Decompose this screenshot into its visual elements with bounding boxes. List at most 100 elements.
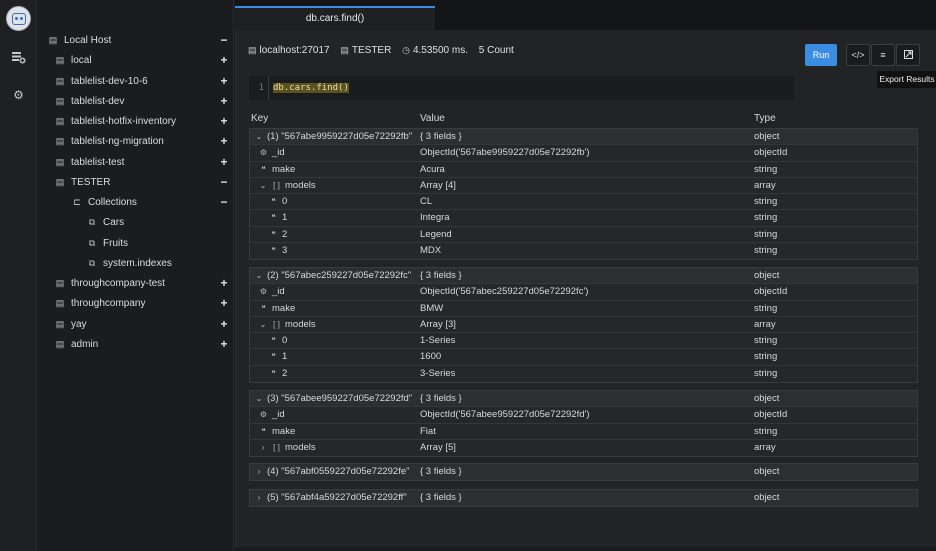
field-key: 0 xyxy=(282,335,288,347)
result-document: ⌄ (3) "567abee959227d05e72292fd" { 3 field… xyxy=(249,390,918,458)
document-header-row[interactable]: › (5) "567abf4a59227d05e72292ff" { 3 field… xyxy=(250,490,917,507)
field-type: string xyxy=(754,228,778,240)
tree-db-tablelist-test-label: tablelist-test xyxy=(71,156,125,168)
tree-db-throughcompany-test-label: throughcompany-test xyxy=(71,278,165,289)
code-view-button[interactable]: </> xyxy=(846,44,870,66)
document-key: (5) "567abf4a59227d05e72292ff" xyxy=(267,492,407,503)
field-row[interactable]: ⚙ _id ObjectId('567abec259227d05e72292fc')… xyxy=(250,284,917,301)
tree-db-tablelist-test-toggle-icon[interactable]: + xyxy=(219,153,229,171)
tree-db-tablelist-dev[interactable]: ▤ tablelist-dev xyxy=(53,92,125,110)
tree-db-admin-toggle-icon[interactable]: + xyxy=(219,335,229,353)
field-key: 2 xyxy=(282,228,288,240)
field-type: array xyxy=(754,318,776,330)
tree-db-throughcompany-toggle-icon[interactable]: + xyxy=(219,294,229,312)
tree-db-admin[interactable]: ▤ admin xyxy=(53,335,99,353)
tree-db-tablelist-test[interactable]: ▤ tablelist-test xyxy=(53,153,125,171)
document-header-row[interactable]: ⌄ (3) "567abee959227d05e72292fd" { 3 field… xyxy=(250,391,917,408)
tree-db-tablelist-ng-migration-toggle-icon[interactable]: + xyxy=(219,132,229,150)
tree-db-yay[interactable]: ▤ yay xyxy=(53,315,87,333)
tree-collections[interactable]: ⊏ Collections xyxy=(70,193,137,211)
field-row[interactable]: ❝ 0 1-Series string xyxy=(250,333,917,350)
query-text[interactable]: db.cars.find() xyxy=(273,76,349,100)
quote-icon: ❝ xyxy=(271,352,276,362)
field-row[interactable]: ❝ 3 MDX string xyxy=(250,243,917,259)
tree-db-throughcompany-test-toggle-icon[interactable]: + xyxy=(219,274,229,292)
tree-collection-system-indexes-label: system.indexes xyxy=(103,257,172,269)
value-column-header: Value xyxy=(420,113,445,124)
results-header: Key Value Type xyxy=(249,110,917,128)
tree-collection-cars[interactable]: ⧉ Cars xyxy=(85,213,124,231)
tree-db-tester-toggle-icon[interactable]: − xyxy=(219,173,229,191)
field-type: string xyxy=(754,425,778,437)
chevron-down-icon[interactable]: ⌄ xyxy=(258,317,268,333)
tree-root-local-host[interactable]: ▤ Local Host xyxy=(46,31,112,49)
tree-collections-toggle-icon[interactable]: − xyxy=(219,193,229,211)
tree-db-local-label: local xyxy=(71,55,92,67)
field-key: 3 xyxy=(282,245,288,257)
quote-icon: ❝ xyxy=(261,426,266,436)
document-header-row[interactable]: › (4) "567abf0559227d05e72292fe" { 3 field… xyxy=(250,464,917,481)
field-row[interactable]: ❝ 2 Legend string xyxy=(250,227,917,244)
robot-icon xyxy=(11,12,26,25)
field-row[interactable]: › [ ] models Array [5] array xyxy=(250,440,917,456)
field-type: string xyxy=(754,367,778,379)
document-header-row[interactable]: ⌄ (2) "567abec259227d05e72292fc" { 3 field… xyxy=(250,268,917,285)
field-row[interactable]: ❝ 1 1600 string xyxy=(250,349,917,366)
document-value: { 3 fields } xyxy=(420,131,462,142)
tree-root-local-host-toggle-icon[interactable]: − xyxy=(219,31,229,49)
run-button[interactable]: Run xyxy=(805,44,837,66)
document-value: { 3 fields } xyxy=(420,393,462,404)
tree-collection-system-indexes[interactable]: ⧉ system.indexes xyxy=(85,254,172,272)
field-row[interactable]: ❝ 2 3-Series string xyxy=(250,366,917,382)
field-value: ObjectId('567abee959227d05e72292fd') xyxy=(420,409,590,421)
chevron-right-icon[interactable]: › xyxy=(258,440,268,456)
gear-icon: ⚙ xyxy=(259,287,268,297)
field-row[interactable]: ⌄ [ ] models Array [4] array xyxy=(250,178,917,195)
tree-db-local[interactable]: ▤ local xyxy=(53,51,92,69)
field-row[interactable]: ❝ make Acura string xyxy=(250,162,917,178)
database-icon: ▤ xyxy=(55,278,65,288)
field-value: 3-Series xyxy=(420,367,456,379)
field-key: models xyxy=(285,441,316,453)
tree-collection-fruits[interactable]: ⧉ Fruits xyxy=(85,234,128,252)
query-editor[interactable]: 1 db.cars.find() xyxy=(249,76,794,100)
chevron-down-icon[interactable]: ⌄ xyxy=(254,268,264,284)
chevron-right-icon[interactable]: › xyxy=(254,464,264,480)
tree-db-throughcompany[interactable]: ▤ throughcompany xyxy=(53,294,146,312)
field-row[interactable]: ⚙ _id ObjectId('567abee959227d05e72292fd')… xyxy=(250,407,917,424)
code-icon: </> xyxy=(851,50,865,60)
field-row[interactable]: ❝ 1 Integra string xyxy=(250,210,917,227)
tree-db-tablelist-dev-10-6[interactable]: ▤ tablelist-dev-10-6 xyxy=(53,72,148,90)
result-document: › (5) "567abf4a59227d05e72292ff" { 3 field… xyxy=(249,489,918,508)
tree-db-tablelist-dev-10-6-toggle-icon[interactable]: + xyxy=(219,72,229,90)
database-icon: ▤ xyxy=(55,338,65,349)
settings-gear-icon[interactable]: ⚙ xyxy=(11,88,26,102)
tree-db-tester[interactable]: ▤ TESTER xyxy=(53,173,111,191)
tree-db-tablelist-ng-migration[interactable]: ▤ tablelist-ng-migration xyxy=(53,132,164,150)
export-results-button[interactable] xyxy=(896,44,920,66)
connection-info: ▤ localhost:27017 ▤ TESTER ◷ 4.53500 ms. 5 … xyxy=(248,45,522,59)
quote-icon: ❝ xyxy=(261,303,266,313)
tree-db-yay-toggle-icon[interactable]: + xyxy=(219,315,229,333)
chevron-down-icon[interactable]: ⌄ xyxy=(258,178,268,194)
field-key: make xyxy=(272,302,296,314)
field-row[interactable]: ❝ make Fiat string xyxy=(250,424,917,440)
list-view-button[interactable]: ≡ xyxy=(871,44,895,66)
tab-query[interactable]: db.cars.find() xyxy=(235,6,435,32)
tree-db-tablelist-dev-toggle-icon[interactable]: + xyxy=(219,92,229,110)
tree-db-local-toggle-icon[interactable]: + xyxy=(219,51,229,69)
quote-icon: ❝ xyxy=(271,368,276,378)
chevron-down-icon[interactable]: ⌄ xyxy=(254,129,264,145)
add-connection-icon[interactable] xyxy=(11,50,26,64)
field-row[interactable]: ⌄ [ ] models Array [3] array xyxy=(250,317,917,334)
tree-db-tablelist-hotfix-inventory[interactable]: ▤ tablelist-hotfix-inventory xyxy=(53,112,176,130)
chevron-right-icon[interactable]: › xyxy=(254,490,264,506)
field-key: 1 xyxy=(282,351,288,363)
document-header-row[interactable]: ⌄ (1) "567abe9959227d05e72292fb" { 3 field… xyxy=(250,129,917,146)
field-row[interactable]: ❝ make BMW string xyxy=(250,301,917,317)
tree-db-throughcompany-test[interactable]: ▤ throughcompany-test xyxy=(53,274,165,292)
field-row[interactable]: ❝ 0 CL string xyxy=(250,194,917,211)
chevron-down-icon[interactable]: ⌄ xyxy=(254,391,264,407)
field-row[interactable]: ⚙ _id ObjectId('567abe9959227d05e72292fb')… xyxy=(250,145,917,162)
tree-db-tablelist-hotfix-inventory-toggle-icon[interactable]: + xyxy=(219,112,229,130)
